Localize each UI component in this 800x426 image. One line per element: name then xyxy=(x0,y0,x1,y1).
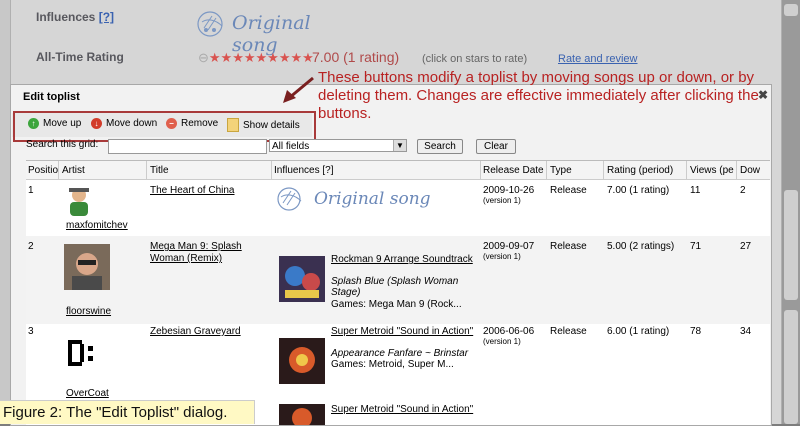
col-rating[interactable]: Rating (period) xyxy=(607,165,687,176)
release-date: 2009-09-07 (version 1) xyxy=(483,241,535,261)
original-song-badge: Original song xyxy=(196,8,346,56)
dialog-title: Edit toplist xyxy=(23,91,80,103)
col-position[interactable]: Positio xyxy=(28,165,58,176)
influence-games: Games: Metroid, Super M... xyxy=(331,359,454,370)
title-link[interactable]: The Heart of China xyxy=(150,185,235,196)
search-label: Search this grid: xyxy=(26,139,99,150)
col-influences[interactable]: Influences [?] xyxy=(274,165,474,176)
figure-caption: Figure 2: The "Edit Toplist" dialog. xyxy=(0,400,255,424)
title-link[interactable]: Zebesian Graveyard xyxy=(150,326,241,337)
col-views[interactable]: Views (pe xyxy=(690,165,736,176)
row-position: 3 xyxy=(28,326,34,337)
col-artist[interactable]: Artist xyxy=(62,165,142,176)
col-release-date[interactable]: Release Date xyxy=(483,165,549,176)
search-field-value: All fields xyxy=(272,141,310,152)
chevron-down-icon[interactable]: ▼ xyxy=(393,140,406,151)
rating-period: 5.00 (2 ratings) xyxy=(607,241,675,252)
downloads-count: 27 xyxy=(740,241,752,252)
background-right-edge xyxy=(782,0,800,424)
annotation-text: These buttons modify a toplist by moving… xyxy=(318,69,759,122)
grid-header: Positio Artist Title Influences [?] Rele… xyxy=(26,161,770,180)
star-icons[interactable]: ★★★★★★★★★ xyxy=(209,50,314,65)
clear-button[interactable]: Clear xyxy=(476,139,516,154)
release-type: Release xyxy=(550,241,587,252)
album-cover-image xyxy=(279,338,325,384)
toplist-grid: Positio Artist Title Influences [?] Rele… xyxy=(26,160,770,425)
original-song-icon xyxy=(277,187,302,211)
table-row[interactable]: 2 floorswine Mega Man 9: Splash Woman (R… xyxy=(26,236,770,324)
alltime-rating-label: All-Time Rating xyxy=(36,50,124,64)
rating-stars[interactable]: ⊖★★★★★★★★★ xyxy=(198,50,314,66)
downloads-count: 2 xyxy=(740,185,746,196)
title-link[interactable]: Mega Man 9: Splash Woman (Remix) xyxy=(150,241,270,265)
avatar xyxy=(69,188,89,216)
search-field-select[interactable]: All fields ▼ xyxy=(269,139,407,152)
influence-link[interactable]: Super Metroid "Sound in Action" xyxy=(331,326,476,337)
col-downloads[interactable]: Dow xyxy=(740,165,770,176)
downloads-count: 34 xyxy=(740,326,752,337)
search-input[interactable] xyxy=(108,139,267,154)
artist-link[interactable]: maxfomitchev xyxy=(66,220,128,231)
highlight-box xyxy=(13,111,316,142)
annotation-arrow-icon xyxy=(283,76,314,103)
search-button[interactable]: Search xyxy=(417,139,463,154)
rating-hint: (click on stars to rate) xyxy=(422,53,528,65)
clear-rating-icon[interactable]: ⊖ xyxy=(198,50,209,65)
influence-link[interactable]: Super Metroid "Sound in Action" xyxy=(331,404,476,415)
rating-value: 7.00 (1 rating) xyxy=(312,49,400,65)
original-song-icon xyxy=(197,11,223,37)
influence-link[interactable]: Rockman 9 Arrange Soundtrack xyxy=(331,254,476,265)
views-count: 78 xyxy=(690,326,702,337)
influence-text: Original song xyxy=(314,189,431,209)
views-count: 71 xyxy=(690,241,702,252)
row-position: 1 xyxy=(28,185,34,196)
rating-period: 6.00 (1 rating) xyxy=(607,326,670,337)
influences-label: Influences [?] xyxy=(36,10,115,24)
album-cover-image xyxy=(279,256,325,302)
row-position: 2 xyxy=(28,241,34,252)
release-type: Release xyxy=(550,185,587,196)
rate-and-review-link[interactable]: Rate and review xyxy=(558,53,638,65)
rating-period: 7.00 (1 rating) xyxy=(607,185,670,196)
col-type[interactable]: Type xyxy=(550,165,602,176)
influence-track: Appearance Fanfare ~ Brinstar xyxy=(331,348,469,359)
influences-help-link[interactable]: [?] xyxy=(99,10,114,24)
influence-track: Splash Blue (Splash Woman Stage) xyxy=(331,276,459,298)
col-title[interactable]: Title xyxy=(150,165,270,176)
artist-link[interactable]: floorswine xyxy=(66,306,111,317)
influence-games: Games: Mega Man 9 (Rock... xyxy=(331,299,462,310)
views-count: 11 xyxy=(690,185,701,196)
avatar xyxy=(64,244,110,290)
release-type: Release xyxy=(550,326,587,337)
table-row[interactable]: 1 maxfomitchev The Heart of China Origin… xyxy=(26,180,770,236)
release-date: 2009-10-26 (version 1) xyxy=(483,185,535,205)
artist-link[interactable]: OverCoat xyxy=(66,388,109,399)
avatar xyxy=(68,340,93,366)
album-cover-image xyxy=(279,404,325,425)
release-date: 2006-06-06 (version 1) xyxy=(483,326,535,346)
